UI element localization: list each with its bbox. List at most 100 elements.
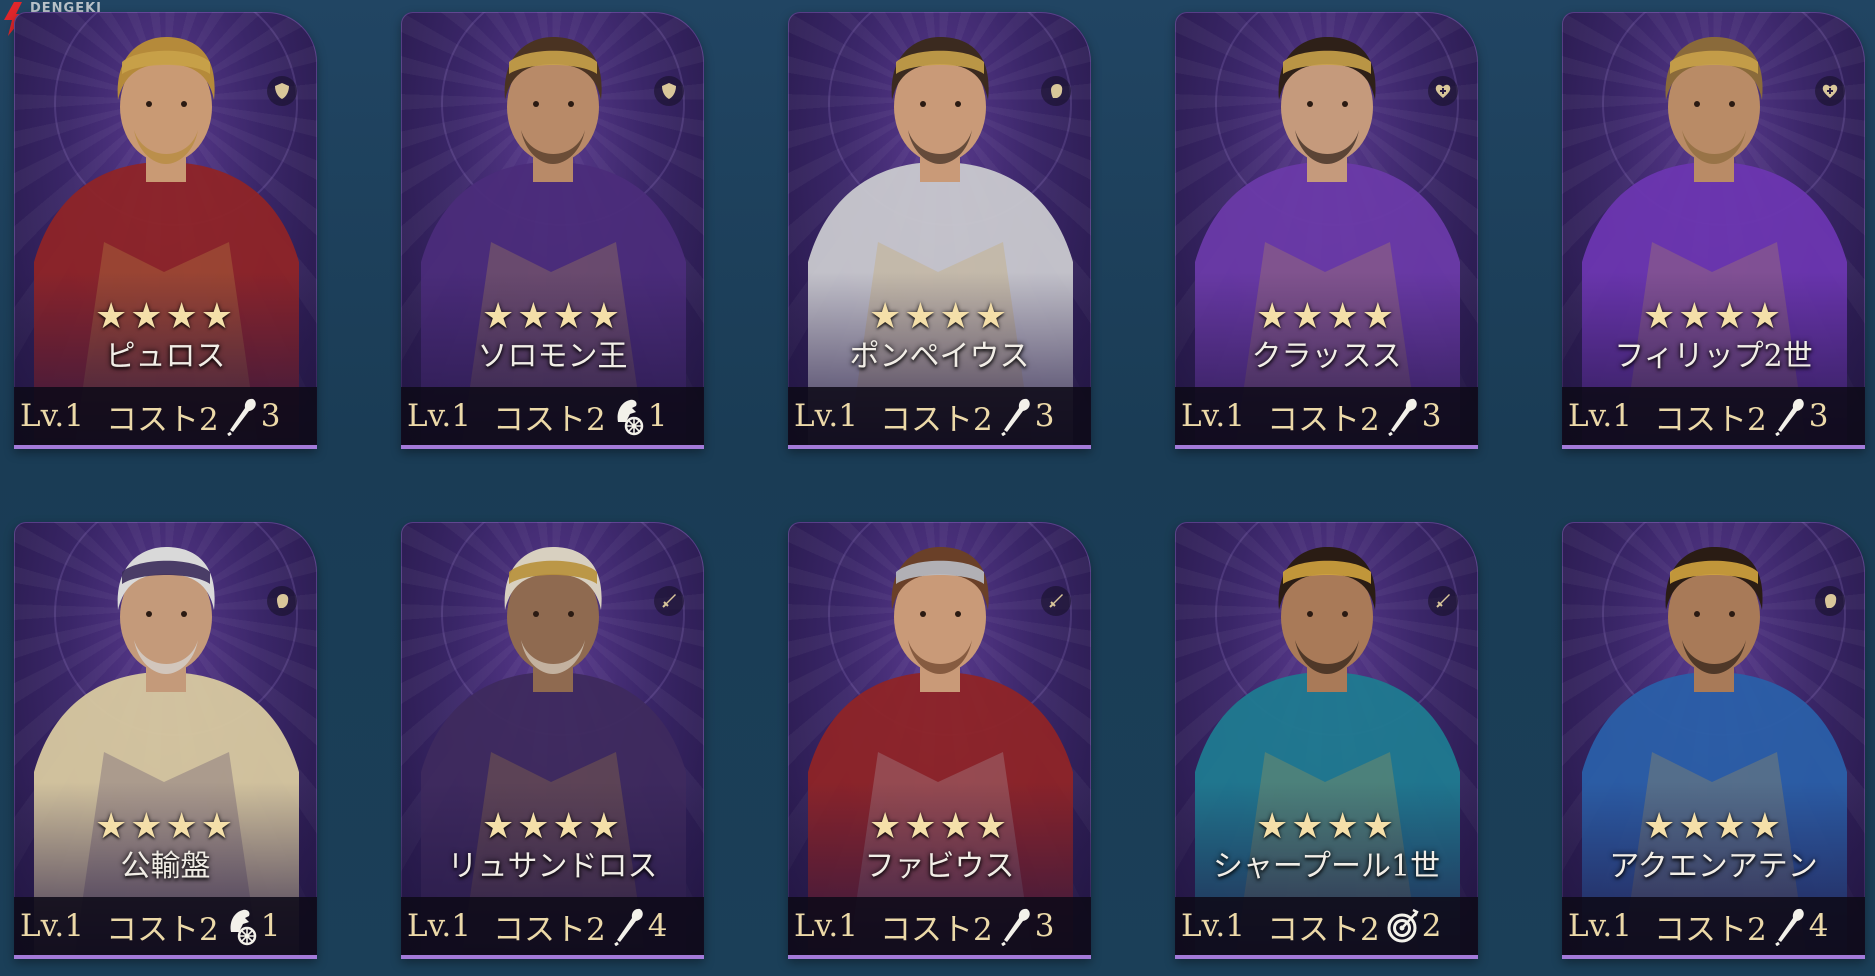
sword-icon: [654, 586, 684, 616]
level-label: Lv.1: [1568, 908, 1632, 944]
spear-icon: [1386, 396, 1420, 437]
cost-label: コスト2: [880, 401, 993, 438]
star-rating: ★★★★: [481, 296, 624, 337]
level-label: Lv.1: [1181, 908, 1245, 944]
star-rating: ★★★★: [94, 296, 237, 337]
cost-label: コスト2: [1267, 911, 1380, 948]
unit-count: 2: [1421, 908, 1442, 944]
character-name: 公輸盤: [120, 849, 211, 884]
card-info-bar: Lv.1 コスト2 3: [1175, 387, 1478, 449]
character-name: ソロモン王: [477, 339, 628, 374]
character-portrait: [401, 547, 704, 959]
unit-count: 3: [1034, 398, 1055, 434]
unit-count: 3: [1808, 398, 1829, 434]
spear-icon: [1773, 906, 1807, 947]
spear-icon: [612, 906, 646, 947]
character-portrait: [14, 547, 317, 959]
card-info-bar: Lv.1 コスト2 2: [1175, 897, 1478, 959]
character-portrait: [1175, 547, 1478, 959]
character-card-8[interactable]: ★★★★ ファビウス Lv.1 コスト2 3: [788, 522, 1091, 959]
character-portrait: [1562, 37, 1865, 449]
level-label: Lv.1: [794, 398, 858, 434]
character-grid: ★★★★ ピュロス Lv.1 コスト2 3 ★★★★ ソロモン王 Lv.1 コス…: [14, 12, 1865, 959]
card-info-bar: Lv.1 コスト2 3: [788, 897, 1091, 959]
character-portrait: [14, 37, 317, 449]
card-info-bar: Lv.1 コスト2 1: [401, 387, 704, 449]
level-label: Lv.1: [407, 908, 471, 944]
spear-icon: [999, 396, 1033, 437]
card-info-bar: Lv.1 コスト2 4: [401, 897, 704, 959]
cost-label: コスト2: [493, 401, 606, 438]
star-rating: ★★★★: [1255, 806, 1398, 847]
character-card-10[interactable]: ★★★★ アクエンアテン Lv.1 コスト2 4: [1562, 522, 1865, 959]
level-label: Lv.1: [407, 398, 471, 434]
unit-count: 3: [1034, 908, 1055, 944]
card-info-bar: Lv.1 コスト2 4: [1562, 897, 1865, 959]
character-card-5[interactable]: ★★★★ フィリップ2世 Lv.1 コスト2 3: [1562, 12, 1865, 449]
shield-icon: [654, 76, 684, 106]
star-rating: ★★★★: [868, 296, 1011, 337]
cost-label: コスト2: [1654, 911, 1767, 948]
card-info-bar: Lv.1 コスト2 3: [1562, 387, 1865, 449]
level-label: Lv.1: [20, 908, 84, 944]
star-rating: ★★★★: [868, 806, 1011, 847]
cost-label: コスト2: [106, 911, 219, 948]
character-portrait: [788, 37, 1091, 449]
star-rating: ★★★★: [94, 806, 237, 847]
shield-icon: [267, 76, 297, 106]
chariot-icon: [612, 396, 646, 436]
unit-count: 1: [647, 398, 668, 434]
star-rating: ★★★★: [1642, 806, 1785, 847]
level-label: Lv.1: [1181, 398, 1245, 434]
spear-icon: [225, 396, 259, 437]
unit-count: 3: [1421, 398, 1442, 434]
cost-label: コスト2: [1654, 401, 1767, 438]
star-rating: ★★★★: [481, 806, 624, 847]
star-rating: ★★★★: [1642, 296, 1785, 337]
character-name: ポンペイウス: [849, 339, 1030, 374]
level-label: Lv.1: [20, 398, 84, 434]
character-portrait: [788, 547, 1091, 959]
unit-count: 1: [260, 908, 281, 944]
character-name: クラッスス: [1251, 339, 1402, 374]
character-portrait: [1175, 37, 1478, 449]
fist-icon: [1041, 76, 1071, 106]
target-icon: [1386, 906, 1420, 946]
character-name: アクエンアテン: [1609, 849, 1818, 884]
character-name: シャープール1世: [1212, 849, 1441, 884]
spear-icon: [1773, 396, 1807, 437]
heal-icon: [1428, 76, 1458, 106]
unit-count: 3: [260, 398, 281, 434]
character-card-2[interactable]: ★★★★ ソロモン王 Lv.1 コスト2 1: [401, 12, 704, 449]
unit-count: 4: [1808, 908, 1829, 944]
fist-icon: [1815, 586, 1845, 616]
character-card-9[interactable]: ★★★★ シャープール1世 Lv.1 コスト2 2: [1175, 522, 1478, 959]
character-card-4[interactable]: ★★★★ クラッスス Lv.1 コスト2 3: [1175, 12, 1478, 449]
character-card-7[interactable]: ★★★★ リュサンドロス Lv.1 コスト2 4: [401, 522, 704, 959]
card-info-bar: Lv.1 コスト2 3: [788, 387, 1091, 449]
character-card-1[interactable]: ★★★★ ピュロス Lv.1 コスト2 3: [14, 12, 317, 449]
character-card-3[interactable]: ★★★★ ポンペイウス Lv.1 コスト2 3: [788, 12, 1091, 449]
chariot-icon: [225, 906, 259, 946]
cost-label: コスト2: [106, 401, 219, 438]
unit-count: 4: [647, 908, 668, 944]
level-label: Lv.1: [794, 908, 858, 944]
sword-icon: [1428, 586, 1458, 616]
heal-icon: [1815, 76, 1845, 106]
star-rating: ★★★★: [1255, 296, 1398, 337]
character-card-6[interactable]: ★★★★ 公輸盤 Lv.1 コスト2 1: [14, 522, 317, 959]
character-name: フィリップ2世: [1614, 339, 1813, 374]
sword-icon: [1041, 586, 1071, 616]
cost-label: コスト2: [1267, 401, 1380, 438]
card-info-bar: Lv.1 コスト2 3: [14, 387, 317, 449]
character-portrait: [1562, 547, 1865, 959]
cost-label: コスト2: [493, 911, 606, 948]
level-label: Lv.1: [1568, 398, 1632, 434]
character-name: ピュロス: [105, 339, 226, 374]
spear-icon: [999, 906, 1033, 947]
character-name: ファビウス: [864, 849, 1015, 884]
cost-label: コスト2: [880, 911, 993, 948]
fist-icon: [267, 586, 297, 616]
character-portrait: [401, 37, 704, 449]
character-name: リュサンドロス: [447, 849, 658, 884]
